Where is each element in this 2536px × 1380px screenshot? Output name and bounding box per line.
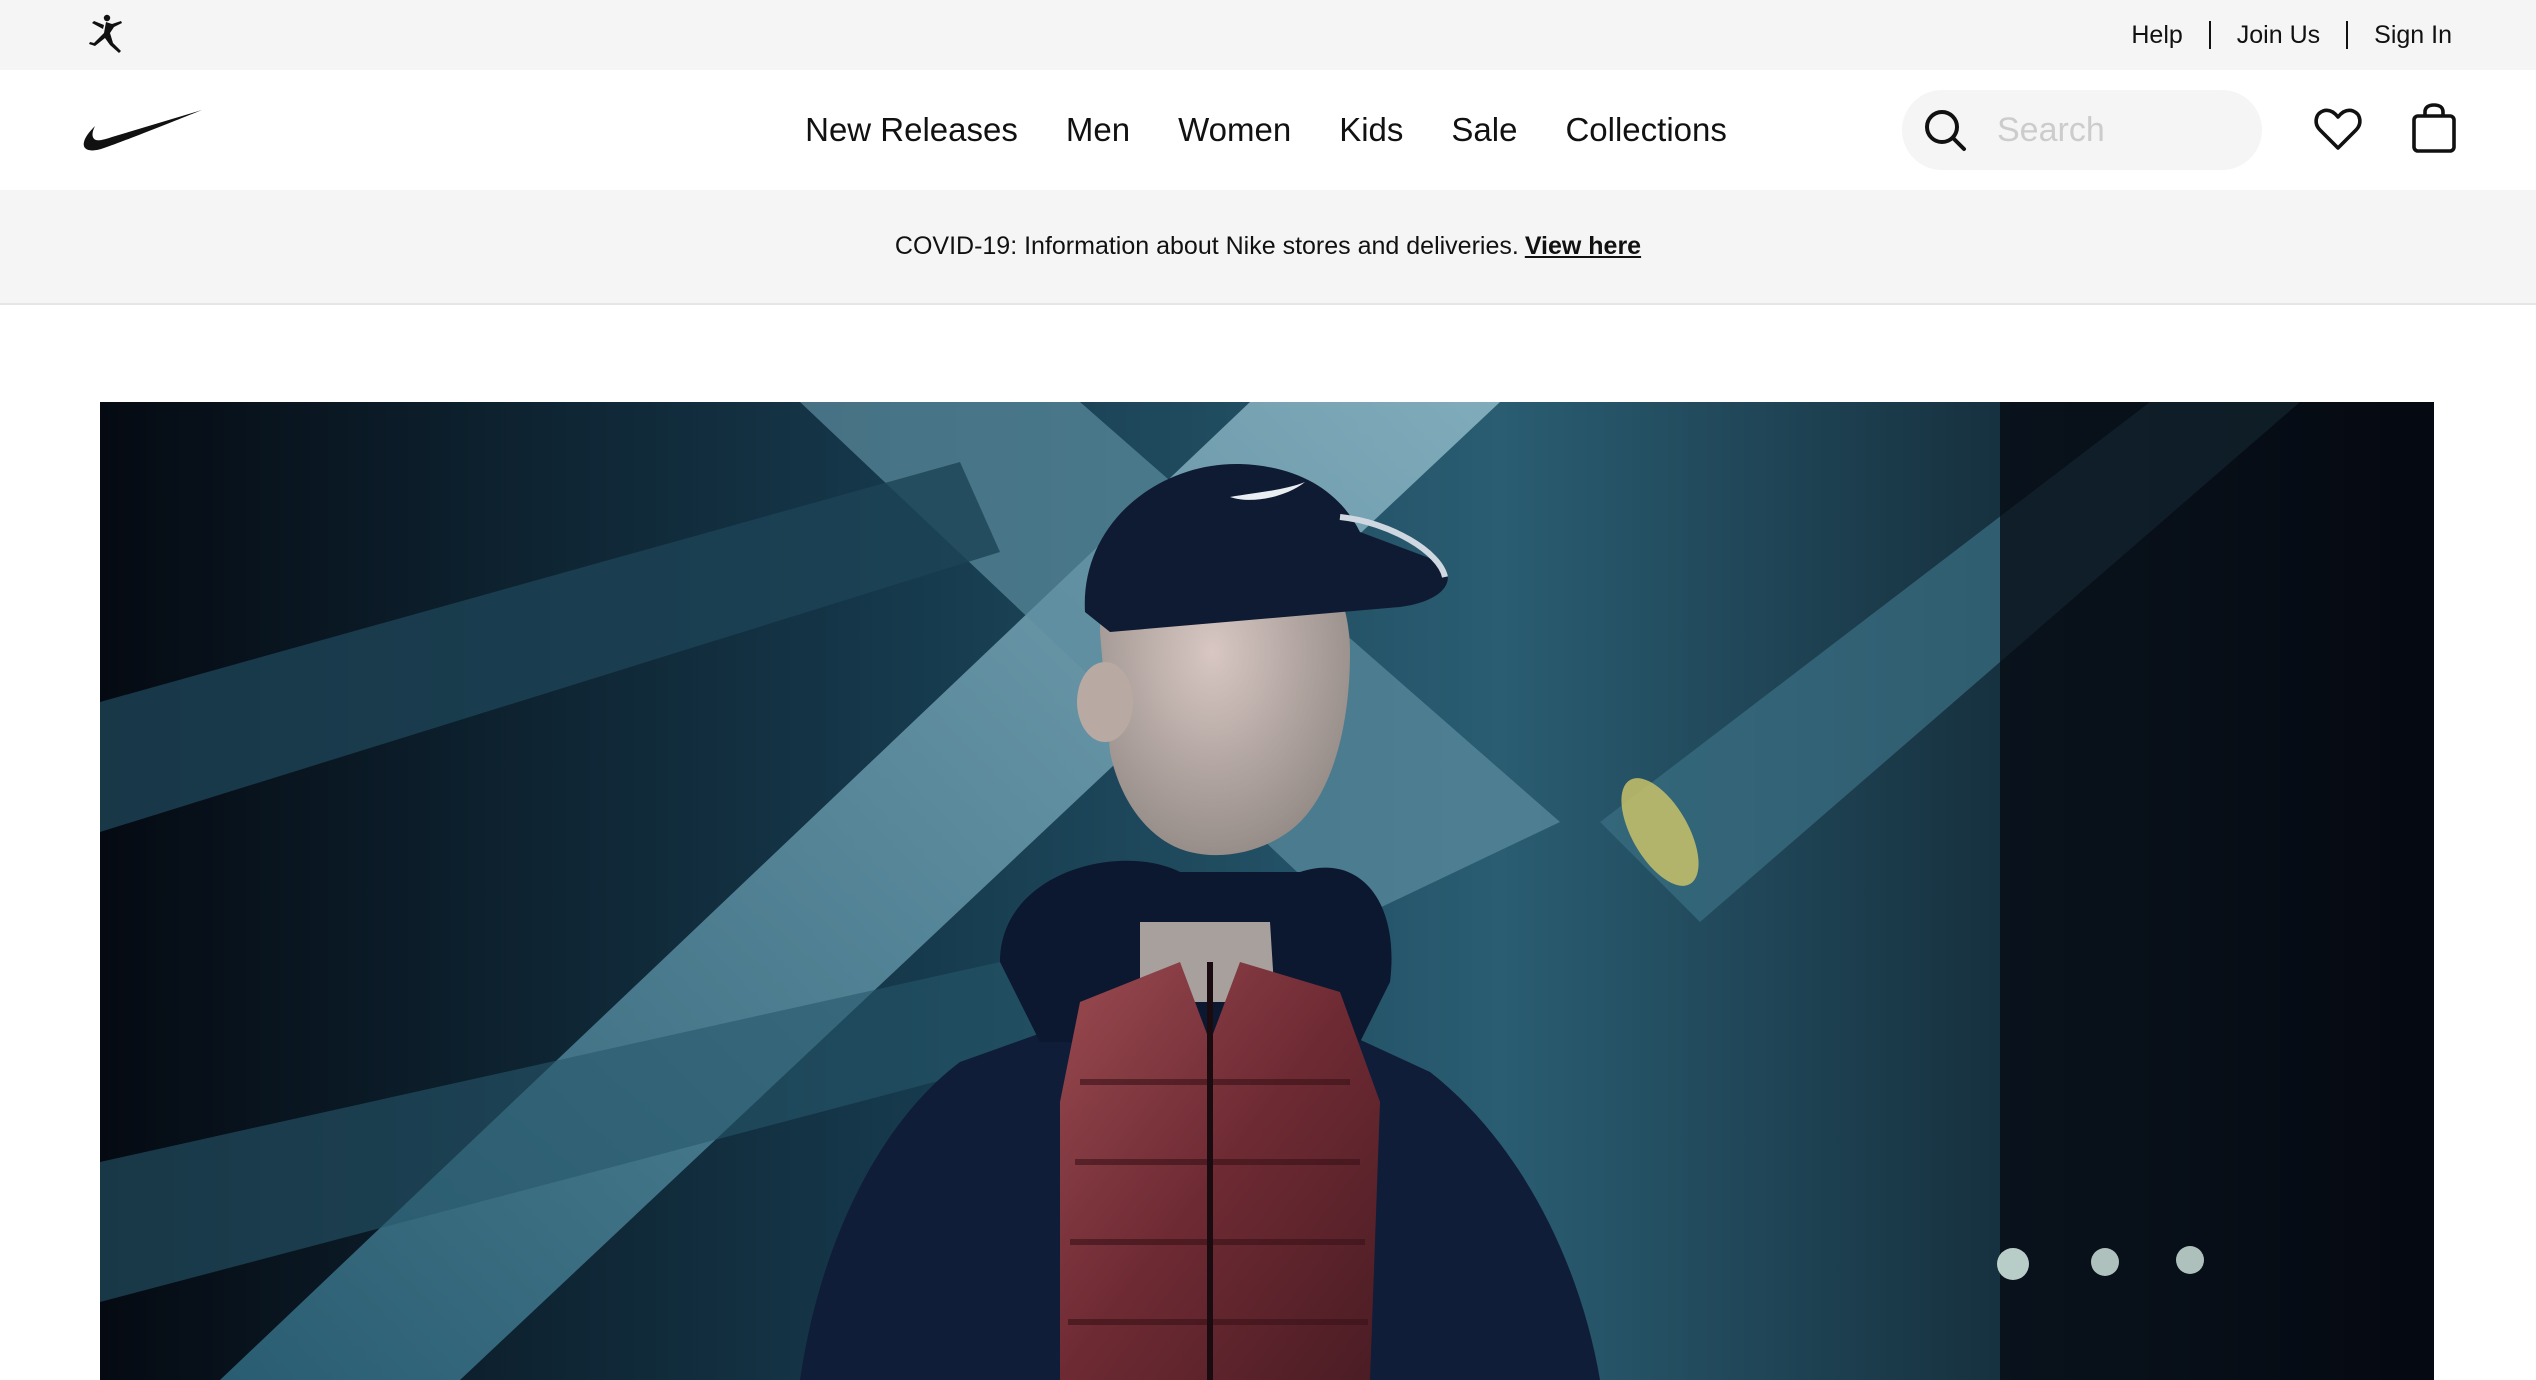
utility-links: Help Join Us Sign In	[2131, 0, 2452, 70]
shopping-bag-icon[interactable]	[2410, 102, 2458, 154]
info-banner: COVID-19: Information about Nike stores …	[0, 190, 2536, 305]
nav-item-collections[interactable]: Collections	[1565, 111, 1726, 149]
hero-image	[100, 402, 2434, 1380]
divider	[2208, 21, 2211, 49]
hero-media[interactable]	[100, 402, 2434, 1380]
heart-icon[interactable]	[2313, 104, 2363, 154]
banner-view-here-link[interactable]: View here	[1525, 232, 1641, 261]
join-us-link[interactable]: Join Us	[2237, 21, 2320, 50]
banner-text: COVID-19: Information about Nike stores …	[894, 232, 1519, 260]
main-nav: New Releases Men Women Kids Sale Collect…	[0, 70, 2536, 190]
search-box[interactable]	[1902, 90, 2262, 170]
nav-item-men[interactable]: Men	[1066, 111, 1130, 149]
utility-bar: Help Join Us Sign In	[0, 0, 2536, 70]
nav-item-new-releases[interactable]: New Releases	[805, 111, 1018, 149]
sign-in-link[interactable]: Sign In	[2374, 21, 2452, 50]
nav-item-sale[interactable]: Sale	[1451, 111, 1517, 149]
search-input[interactable]	[1997, 100, 2247, 160]
search-icon[interactable]	[1922, 107, 1968, 153]
help-link[interactable]: Help	[2131, 21, 2182, 50]
nav-item-women[interactable]: Women	[1178, 111, 1291, 149]
jordan-jumpman-icon[interactable]	[84, 13, 128, 57]
divider	[2346, 21, 2349, 49]
nav-item-kids[interactable]: Kids	[1339, 111, 1403, 149]
